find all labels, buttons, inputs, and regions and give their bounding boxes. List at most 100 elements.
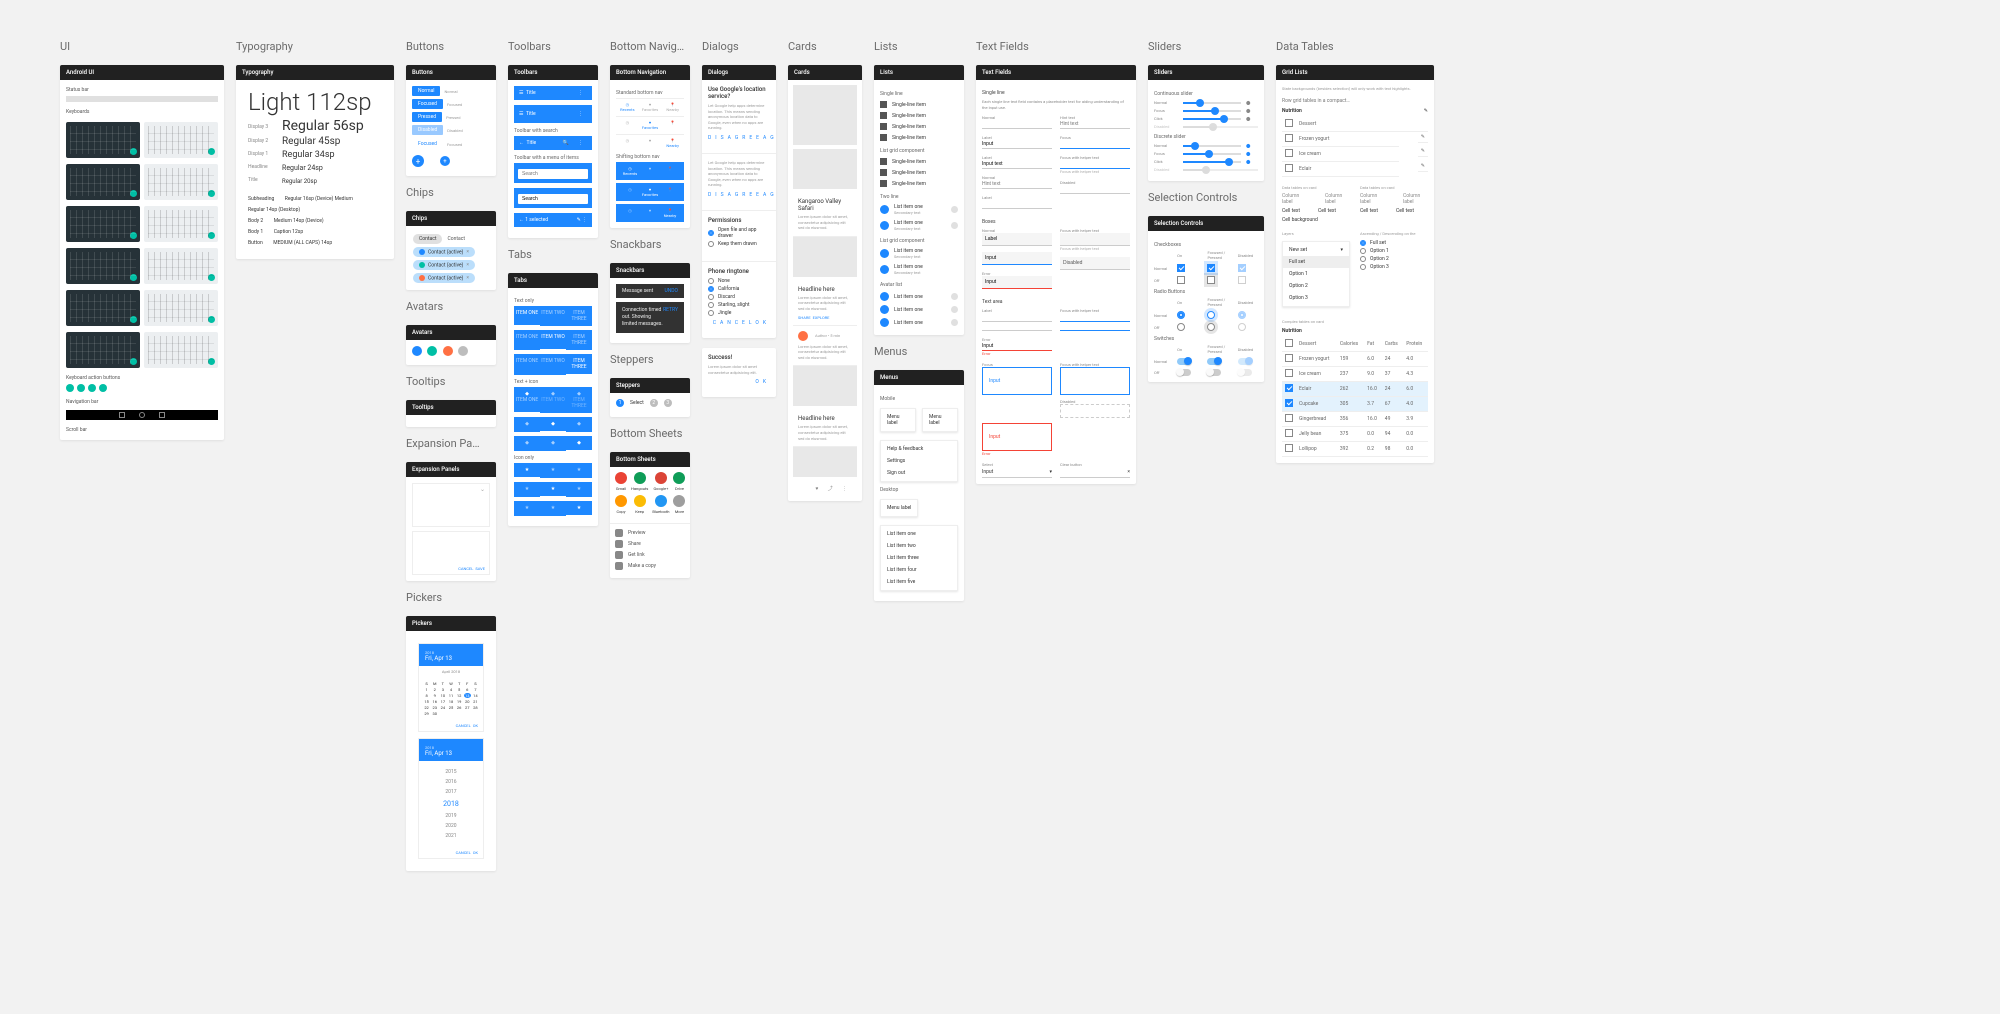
text-input[interactable]: × — [1060, 467, 1130, 478]
table-row[interactable]: Eclair26216.0246.0 — [1282, 382, 1428, 397]
card[interactable]: Author • 5 min Lorem ipsum dolor sit ame… — [793, 326, 857, 367]
calendar-grid[interactable]: SMTWTFS 1234567 891011121314 15161718192… — [419, 677, 483, 720]
explore-button[interactable]: EXPLORE — [813, 315, 830, 320]
list-item[interactable]: List item oneSecondary text — [880, 218, 958, 234]
search-input[interactable] — [518, 169, 588, 179]
data-table[interactable]: Dessert Calories Fat Carbs Protein Froze… — [1282, 337, 1428, 457]
tab-strip[interactable]: ★★★ — [514, 482, 592, 497]
cancel-button[interactable]: CANCEL — [456, 850, 471, 855]
agree-button[interactable]: AGREE — [763, 135, 776, 141]
list-item[interactable]: List item one — [880, 303, 958, 316]
table-row[interactable]: Gingerbread35616.0493.9 — [1282, 412, 1428, 427]
chip[interactable]: Contact (active)× — [413, 247, 475, 257]
tab-strip[interactable]: ITEM ONEITEM TWOITEM THREE — [514, 306, 592, 326]
card[interactable]: Kangaroo Valley Safari Lorem ipsum dolor… — [793, 193, 857, 237]
expansion-panel[interactable]: ⌄ — [412, 483, 490, 527]
toolbar[interactable]: ☰ Title⋮ — [514, 105, 592, 123]
select-menu[interactable]: New set▾ Full set Option 1 Option 2 Opti… — [1282, 241, 1350, 307]
keyboard-dark[interactable] — [66, 164, 140, 200]
nav-bar[interactable] — [66, 410, 218, 420]
keyboard-dark[interactable] — [66, 122, 140, 158]
list-item[interactable]: Single-line item — [880, 156, 958, 167]
slider[interactable]: Normal⬤ — [1154, 143, 1258, 148]
text-input[interactable] — [1060, 160, 1130, 169]
checkbox[interactable] — [1207, 276, 1215, 284]
list-item[interactable]: Single-line item — [880, 132, 958, 143]
menu[interactable]: Menu label — [880, 408, 916, 432]
bottom-nav[interactable]: ◷♥📍Nearby — [616, 134, 684, 148]
list-item[interactable]: Single-line item — [880, 110, 958, 121]
grid-bottom-sheet[interactable]: Gmail Hangouts Google+ Drive Copy Keep B… — [610, 467, 690, 519]
tab-strip[interactable]: ★★★ — [514, 463, 592, 478]
ok-button[interactable]: OK — [473, 723, 478, 728]
toolbar[interactable]: ☰ Title⋮ — [514, 86, 592, 100]
toolbar-selection[interactable]: ← 1 selected✎ ⋮ — [514, 213, 592, 227]
card[interactable]: Headline here Lorem ipsum dolor sit amet… — [793, 281, 857, 326]
keyboard-dark[interactable] — [66, 332, 140, 368]
list-item[interactable]: Single-line item — [880, 178, 958, 189]
fab-button[interactable]: + — [412, 155, 424, 167]
bottom-nav[interactable]: ◷Recents ♥Favorites 📍Nearby — [616, 98, 684, 112]
tab-strip[interactable]: ★★★ — [514, 501, 592, 516]
cancel-button[interactable]: CANCEL — [456, 723, 471, 728]
edit-icon[interactable]: ✎ — [1424, 108, 1428, 114]
search-toolbar[interactable] — [514, 163, 592, 183]
list-item[interactable]: Single-line item — [880, 121, 958, 132]
tab-strip[interactable]: ◆ITEM ONE◆ITEM TWO◆ITEM THREE — [514, 387, 592, 413]
bottom-nav-shifting[interactable]: ◷♥Favorites📍 — [616, 183, 684, 201]
keyboard-light[interactable] — [144, 164, 218, 200]
keyboard-light[interactable] — [144, 332, 218, 368]
stepper[interactable]: 1Select23 — [616, 399, 684, 407]
radio[interactable] — [1177, 323, 1185, 331]
text-input[interactable] — [982, 200, 1052, 209]
ok-button[interactable]: OK — [473, 850, 478, 855]
list-item[interactable]: List item oneSecondary text — [880, 262, 958, 278]
raised-button[interactable]: Focused — [412, 99, 443, 109]
save-button[interactable]: SAVE — [475, 566, 485, 571]
text-area[interactable] — [1060, 367, 1130, 395]
data-table[interactable]: Dessert Frozen yogurt✎ Ice cream✎ Eclair… — [1282, 117, 1428, 177]
toolbar[interactable]: ← Title🔍 ⋮ — [514, 136, 592, 150]
nav-recents[interactable]: ◷Recents — [616, 102, 639, 112]
keyboard-light[interactable] — [144, 290, 218, 326]
checkbox[interactable] — [1177, 276, 1185, 284]
radio[interactable] — [708, 230, 714, 236]
tab-strip[interactable]: ITEM ONEITEM TWOITEM THREE — [514, 330, 592, 350]
bottom-nav-shifting[interactable]: ◷♥📍Nearby — [616, 204, 684, 222]
disagree-button[interactable]: DISAGREE — [708, 135, 763, 141]
menu[interactable]: List item one List item two List item th… — [880, 525, 958, 591]
tab-strip[interactable]: ◆◆◆ — [514, 436, 592, 451]
text-input[interactable] — [982, 140, 1052, 149]
table-row[interactable]: Frozen yogurt✎ — [1282, 131, 1428, 146]
share-button[interactable]: SHARE — [798, 315, 811, 320]
table-row[interactable]: Frozen yogurt1596.0244.0 — [1282, 352, 1428, 367]
select-input[interactable]: Input▾ — [982, 467, 1052, 478]
switch[interactable] — [1177, 358, 1191, 365]
card-actions[interactable]: ♥ ⤴ ⋮ — [793, 481, 857, 496]
switch[interactable] — [1207, 358, 1221, 365]
raised-button[interactable]: Pressed — [412, 112, 442, 122]
text-area[interactable]: Input — [982, 367, 1052, 395]
raised-button[interactable]: Normal — [412, 86, 440, 96]
retry-button[interactable]: RETRY — [663, 307, 678, 328]
list-item[interactable]: List item one — [880, 290, 958, 303]
tab-strip[interactable]: ◆◆◆ — [514, 417, 592, 432]
menu[interactable]: Help & feedback Settings Sign out — [880, 440, 958, 482]
search-input[interactable] — [518, 194, 588, 204]
expansion-panel[interactable]: CANCEL SAVE — [412, 531, 490, 575]
slider[interactable]: Click⬤ — [1154, 116, 1258, 121]
date-picker[interactable]: 2018Fri, Apr 13 April 2018 SMTWTFS 12345… — [418, 643, 484, 732]
radio[interactable] — [1177, 311, 1185, 319]
table-row[interactable]: Ice cream2379.0374.3 — [1282, 367, 1428, 382]
bottom-nav-shifting[interactable]: ◷Recents♥📍 — [616, 162, 684, 180]
table-row[interactable]: Ice cream✎ — [1282, 146, 1428, 161]
list-bottom-sheet[interactable]: Preview Share Get link Make a copy — [610, 523, 690, 578]
text-input[interactable] — [1060, 140, 1130, 149]
keyboard-light[interactable] — [144, 122, 218, 158]
text-input[interactable] — [982, 120, 1052, 129]
slider[interactable]: Normal⬤ — [1154, 100, 1258, 105]
undo-button[interactable]: UNDO — [664, 288, 678, 294]
list-item[interactable]: List item oneSecondary text — [880, 202, 958, 218]
slider[interactable]: Click⬤ — [1154, 159, 1258, 164]
tab-strip[interactable]: ITEM ONEITEM TWOITEM THREE — [514, 354, 592, 375]
